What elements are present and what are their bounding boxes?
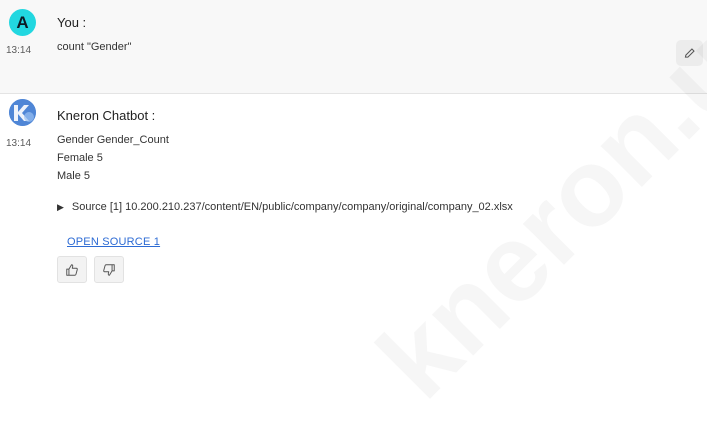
bot-message-time: 13:14: [6, 138, 32, 149]
dislike-button[interactable]: [94, 256, 124, 283]
triangle-right-icon: ▶: [57, 201, 64, 212]
source-text: Source [1] 10.200.210.237/content/EN/pub…: [71, 201, 513, 213]
user-avatar-letter: A: [16, 12, 29, 32]
user-avatar: A: [9, 9, 36, 36]
bot-line-male: Male 5: [57, 170, 91, 182]
pencil-icon: [684, 47, 695, 58]
bot-avatar: [9, 99, 36, 126]
thumbs-down-icon: [103, 263, 115, 276]
user-message-time: 13:14: [6, 45, 32, 56]
user-message-text: count "Gender": [57, 41, 132, 53]
bot-logo-icon: [9, 99, 36, 126]
source-toggle[interactable]: ▶ Source [1] 10.200.210.237/content/EN/p…: [57, 201, 513, 213]
bot-line-female: Female 5: [57, 152, 103, 164]
thumbs-up-icon: [66, 263, 78, 276]
like-button[interactable]: [57, 256, 87, 283]
bot-line-header: Gender Gender_Count: [57, 134, 169, 146]
user-author-label: You :: [57, 15, 87, 30]
bot-author-label: Kneron Chatbot :: [57, 108, 156, 123]
open-source-link[interactable]: OPEN SOURCE 1: [67, 236, 160, 248]
edit-message-button[interactable]: [676, 40, 703, 66]
